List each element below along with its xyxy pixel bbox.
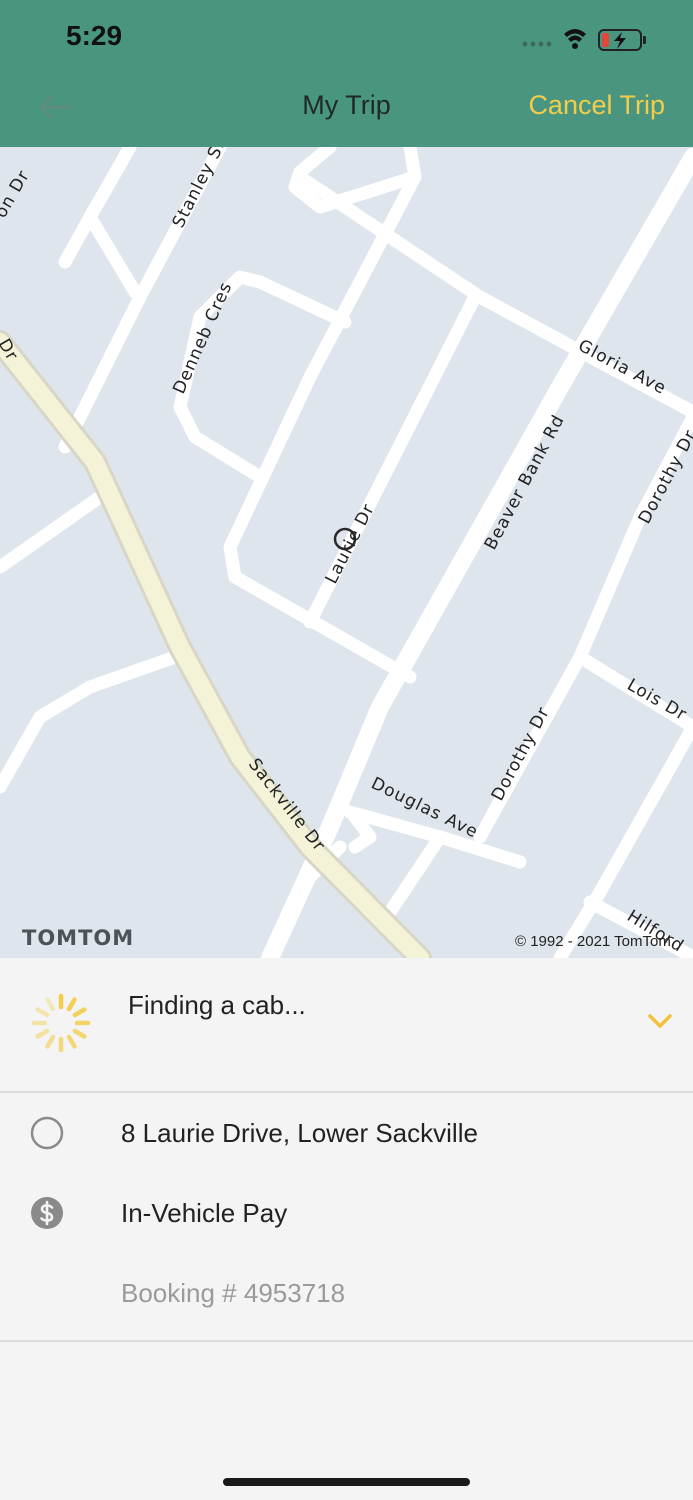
cancel-trip-button[interactable]: Cancel Trip: [528, 90, 665, 121]
street-label-denneb-cres: Denneb Cres: [169, 279, 236, 397]
street-label-lois-dr: Lois Dr: [624, 675, 691, 725]
street-label-dorothy-dr-upper: Dorothy Dr: [635, 427, 693, 528]
chevron-down-icon[interactable]: [647, 1012, 673, 1030]
payment-method: In-Vehicle Pay: [121, 1198, 288, 1228]
street-label-gloria-ave: Gloria Ave: [575, 336, 670, 399]
trip-status-text: Finding a cab...: [128, 990, 306, 1020]
tomtom-logo: TOMTOM: [22, 926, 135, 950]
booking-number: Booking # 4953718: [121, 1278, 346, 1308]
status-time: 5:29: [66, 20, 123, 51]
payment-row: In-Vehicle Pay: [0, 1182, 693, 1242]
status-icons: [522, 29, 646, 51]
trip-status-panel[interactable]: Finding a cab...: [0, 958, 693, 1093]
map-canvas[interactable]: Stanley St Denneb Cres Gloria Ave Laurie…: [0, 147, 693, 958]
street-label-stanley-st: Stanley St: [169, 147, 231, 231]
booking-row: Booking # 4953718: [0, 1262, 693, 1322]
battery-icon: [598, 29, 646, 51]
dollar-icon: [31, 1197, 63, 1229]
street-label-laurie-dr: Laurie Dr: [322, 500, 379, 587]
loading-spinner-icon: [31, 993, 91, 1053]
pickup-address: 8 Laurie Drive, Lower Sackville: [121, 1118, 478, 1148]
trip-map[interactable]: Stanley St Denneb Cres Gloria Ave Laurie…: [0, 147, 693, 958]
street-label-edge-top-left: on Dr: [0, 167, 34, 222]
pickup-circle-icon: [30, 1116, 64, 1150]
street-label-dorothy-dr-lower: Dorothy Dr: [488, 704, 554, 805]
home-indicator[interactable]: [223, 1478, 470, 1486]
divider: [0, 1340, 693, 1342]
app-header: 5:29 My Trip Cancel Trip: [0, 0, 693, 147]
signal-icon: [522, 41, 552, 47]
wifi-icon: [564, 29, 586, 49]
map-copyright: © 1992 - 2021 TomTom.: [514, 933, 675, 950]
pickup-row: 8 Laurie Drive, Lower Sackville: [0, 1102, 693, 1162]
street-label-sackville-dr: Sackville Dr: [244, 755, 329, 856]
